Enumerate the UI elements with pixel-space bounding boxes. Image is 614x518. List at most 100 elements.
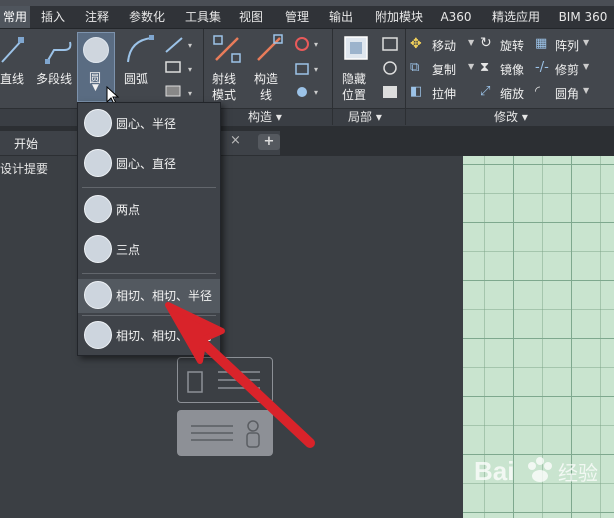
new-tab-button[interactable]: + [258, 134, 280, 150]
group-label-section[interactable]: 局部 ▾ [348, 109, 382, 126]
tab-bim360[interactable]: BIM 360 [556, 6, 610, 28]
close-icon[interactable]: × [230, 133, 241, 148]
design-brief-label: 设计提要 [0, 162, 49, 176]
tab-view[interactable]: 视图 [234, 6, 268, 28]
fillet-button[interactable]: ◜ 圆角 ▼ [535, 84, 605, 102]
ribbon-tab-bar: 常用 插入 注释 参数化 工具集 视图 管理 输出 附加模块 A360 精选应用… [0, 6, 614, 29]
scale-label: 缩放 [500, 87, 525, 101]
ray-label: 射线 [212, 72, 237, 86]
svg-text:▾: ▾ [314, 40, 318, 49]
polyline-label: 多段线 [36, 72, 73, 86]
circle-ttt-icon [84, 321, 112, 349]
construction-line-label: 构造 [254, 72, 279, 86]
construction-line-label-2: 线 [260, 88, 273, 102]
svg-text:▾: ▾ [188, 89, 192, 98]
svg-text:经验: 经验 [558, 461, 598, 485]
menu-item-2point[interactable]: 两点 [78, 193, 220, 227]
line-button[interactable]: 直线 [0, 34, 28, 94]
ray-button[interactable]: 射线 模式 [208, 34, 244, 104]
construct-small-tools[interactable]: ▾ ▾ ▾ [292, 34, 328, 104]
menu-item-center-diameter[interactable]: 圆心、直径 [78, 147, 220, 181]
array-label: 阵列 [555, 39, 580, 53]
draw-small-tools[interactable]: ▾ ▾ ▾ [162, 34, 200, 104]
hide-position-button[interactable]: 隐藏 位置 [338, 34, 376, 104]
menu-divider [82, 273, 216, 274]
tab-home[interactable]: 常用 [0, 6, 30, 28]
construction-line-icon [257, 34, 283, 61]
hide-position-icon [344, 36, 368, 60]
tab-output[interactable]: 输出 [324, 6, 358, 28]
scale-icon: ⤢ [480, 84, 491, 99]
tab-annotate[interactable]: 注释 [80, 6, 114, 28]
tab-addins[interactable]: 附加模块 [370, 6, 428, 28]
arc-button[interactable]: 圆弧 [120, 34, 160, 94]
position-label: 位置 [342, 88, 367, 102]
svg-text:Bai: Bai [474, 456, 514, 486]
group-label-modify[interactable]: 修改 ▾ [494, 109, 528, 126]
copy-icon: ⧉ [410, 60, 420, 75]
menu-item-label: 三点 [116, 243, 141, 257]
section-small-tools[interactable] [380, 34, 404, 104]
line-label: 直线 [0, 72, 25, 86]
construction-line-button[interactable]: 构造 线 [250, 34, 286, 104]
circle-2point-icon [84, 195, 112, 223]
polyline-icon [45, 41, 72, 64]
copy-button[interactable]: ⧉ 复制 ▼ [410, 60, 482, 78]
trim-label: 修剪 [555, 63, 580, 77]
arc-label: 圆弧 [124, 72, 149, 86]
chevron-down-icon: ▼ [583, 62, 590, 71]
tab-featured-apps[interactable]: 精选应用 [486, 6, 546, 28]
fillet-icon: ◜ [535, 84, 541, 99]
scale-button[interactable]: ⤢ 缩放 [480, 84, 536, 102]
chevron-down-icon: ▼ [583, 86, 590, 95]
trim-icon: -/- [535, 60, 549, 75]
tab-toolsets[interactable]: 工具集 [180, 6, 226, 28]
copy-label: 复制 [432, 63, 457, 77]
svg-text:▾: ▾ [314, 88, 318, 97]
tab-manage[interactable]: 管理 [280, 6, 314, 28]
menu-item-3point[interactable]: 三点 [78, 233, 220, 267]
circle-dropdown-chevron-icon[interactable]: ▼ [92, 83, 99, 93]
polyline-button[interactable]: 多段线 [36, 34, 76, 94]
svg-text:▾: ▾ [188, 41, 192, 50]
arc-icon [127, 35, 154, 63]
mirror-button[interactable]: ⧗ 镜像 [480, 60, 536, 78]
menu-divider [82, 187, 216, 188]
chevron-down-icon: ▼ [583, 38, 590, 47]
menu-item-label: 圆心、半径 [116, 117, 177, 131]
move-icon: ✥ [410, 36, 422, 52]
array-icon: ▦ [535, 36, 548, 51]
ray-label-2: 模式 [212, 88, 237, 102]
stretch-button[interactable]: ◧ 拉伸 [410, 84, 482, 102]
ribbon-divider [332, 29, 333, 125]
tab-insert[interactable]: 插入 [36, 6, 70, 28]
mirror-icon: ⧗ [480, 60, 490, 75]
file-tab-start-label: 开始 [14, 137, 39, 151]
baidu-watermark-logo: Bai 经验 [474, 456, 598, 486]
trim-button[interactable]: -/- 修剪 ▼ [535, 60, 605, 78]
rotate-label: 旋转 [500, 39, 525, 53]
circle-icon [83, 37, 109, 63]
array-button[interactable]: ▦ 阵列 ▼ [535, 36, 605, 54]
tab-a360[interactable]: A360 [436, 6, 476, 28]
circle-center-diameter-icon [84, 149, 112, 177]
annotation-arrow [165, 302, 315, 448]
svg-text:▾: ▾ [314, 65, 318, 74]
rotate-button[interactable]: ↻ 旋转 [480, 35, 536, 54]
svg-text:▾: ▾ [188, 65, 192, 74]
menu-item-label: 两点 [116, 203, 141, 217]
ribbon-divider [405, 29, 406, 125]
stretch-label: 拉伸 [432, 87, 457, 101]
menu-item-label: 圆心、直径 [116, 157, 177, 171]
ray-icon [213, 35, 241, 63]
circle-3point-icon [84, 235, 112, 263]
hide-label: 隐藏 [342, 72, 367, 86]
group-label-construct[interactable]: 构造 ▾ [248, 109, 282, 126]
chevron-down-icon: ▼ [468, 62, 475, 71]
stretch-icon: ◧ [410, 84, 423, 99]
circle-center-radius-icon [84, 109, 112, 137]
tab-parametric[interactable]: 参数化 [124, 6, 170, 28]
move-button[interactable]: ✥ 移动 ▼ [410, 36, 482, 54]
menu-item-center-radius[interactable]: 圆心、半径 [78, 107, 220, 141]
mirror-label: 镜像 [500, 63, 525, 77]
